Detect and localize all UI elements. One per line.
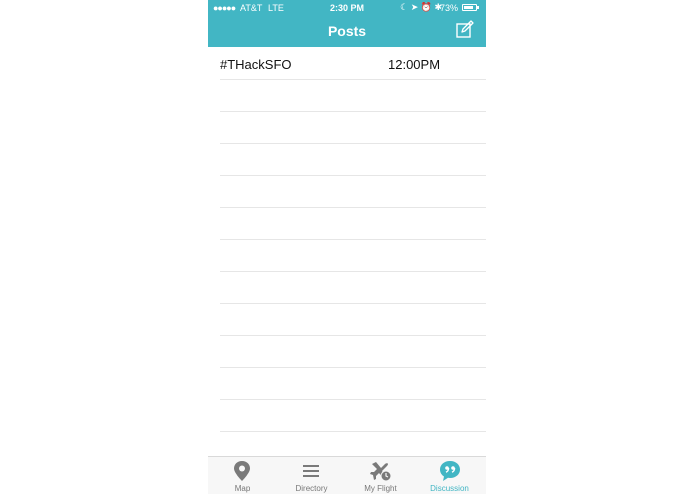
post-row[interactable]: #THackSFO 12:00PM — [220, 47, 486, 80]
post-time: 12:00PM — [388, 57, 441, 72]
top-bar: ●●●●● AT&T LTE 2:30 PM ☾ ➤ ⏰ ✱ 73% Posts — [208, 0, 486, 47]
status-icons: ☾ ➤ ⏰ ✱ — [400, 2, 442, 12]
empty-row — [220, 208, 486, 240]
tab-label: My Flight — [364, 484, 397, 493]
empty-row — [220, 336, 486, 368]
map-pin-icon — [234, 461, 250, 481]
phone-screen: ●●●●● AT&T LTE 2:30 PM ☾ ➤ ⏰ ✱ 73% Posts… — [208, 0, 486, 494]
empty-row — [220, 176, 486, 208]
empty-row — [220, 272, 486, 304]
status-bar: ●●●●● AT&T LTE 2:30 PM ☾ ➤ ⏰ ✱ 73% — [208, 0, 486, 16]
tab-label: Map — [234, 484, 251, 493]
post-title: #THackSFO — [220, 57, 292, 72]
quote-bubble-icon — [440, 461, 460, 481]
tab-discussion[interactable]: Discussion — [415, 457, 484, 494]
battery-icon — [462, 4, 479, 11]
tab-label: Discussion — [430, 484, 469, 493]
empty-row — [220, 144, 486, 176]
empty-row — [220, 368, 486, 400]
empty-row — [220, 112, 486, 144]
empty-row — [220, 304, 486, 336]
list-icon — [303, 465, 319, 477]
posts-list: #THackSFO 12:00PM — [220, 47, 486, 432]
empty-row — [220, 80, 486, 112]
battery-percent: 73% — [439, 3, 458, 13]
tab-label: Directory — [295, 484, 328, 493]
empty-row — [220, 400, 486, 432]
empty-row — [220, 240, 486, 272]
tab-map[interactable]: Map — [208, 457, 277, 494]
page-title: Posts — [327, 23, 367, 39]
compose-icon[interactable] — [455, 19, 475, 39]
tab-directory[interactable]: Directory — [277, 457, 346, 494]
plane-clock-icon — [370, 462, 392, 482]
tab-my-flight[interactable]: My Flight — [346, 457, 415, 494]
tab-bar: Map Directory My Flight Discussion — [208, 456, 486, 494]
